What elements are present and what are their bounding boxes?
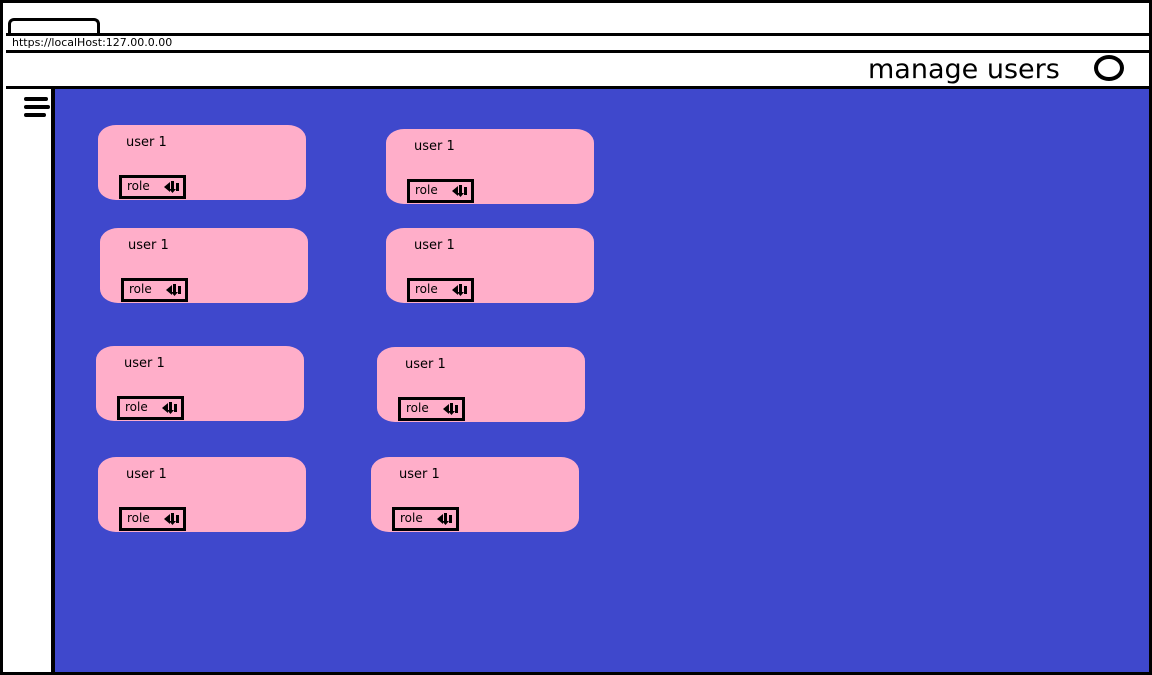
user-card: user 1 role (100, 228, 308, 303)
chevron-down-icon (452, 185, 467, 197)
user-card: user 1 role (96, 346, 304, 421)
main-content: user 1 role user 1 role user 1 role user… (55, 89, 1149, 672)
role-label: role (415, 282, 438, 296)
user-card: user 1 role (371, 457, 579, 532)
chevron-down-icon (443, 403, 458, 415)
user-name: user 1 (399, 467, 440, 482)
user-name: user 1 (128, 238, 169, 253)
user-card: user 1 role (377, 347, 585, 422)
browser-window: https://localHost:127.00.0.00 manage use… (0, 0, 1152, 675)
role-label: role (406, 401, 429, 415)
chevron-down-icon (162, 402, 177, 414)
user-name: user 1 (126, 135, 167, 150)
profile-circle-icon[interactable] (1094, 55, 1124, 81)
chevron-down-icon (164, 181, 179, 193)
sidebar (6, 89, 55, 672)
hamburger-menu-icon[interactable] (24, 95, 52, 121)
role-dropdown[interactable]: role (121, 278, 188, 302)
role-label: role (127, 179, 150, 193)
chevron-down-icon (164, 513, 179, 525)
role-label: role (415, 183, 438, 197)
chevron-down-icon (437, 513, 452, 525)
address-bar[interactable]: https://localHost:127.00.0.00 (6, 36, 1149, 53)
page-title: manage users (868, 54, 1060, 85)
user-name: user 1 (126, 467, 167, 482)
role-label: role (125, 400, 148, 414)
role-label: role (127, 511, 150, 525)
role-dropdown[interactable]: role (117, 396, 184, 420)
tab-bar (6, 6, 1149, 36)
user-card: user 1 role (386, 129, 594, 204)
user-name: user 1 (414, 139, 455, 154)
user-name: user 1 (124, 356, 165, 371)
role-dropdown[interactable]: role (398, 397, 465, 421)
role-dropdown[interactable]: role (119, 507, 186, 531)
role-dropdown[interactable]: role (119, 175, 186, 199)
page-header: manage users (6, 53, 1149, 89)
role-dropdown[interactable]: role (407, 278, 474, 302)
role-label: role (129, 282, 152, 296)
user-name: user 1 (414, 238, 455, 253)
chevron-down-icon (166, 284, 181, 296)
role-label: role (400, 511, 423, 525)
url-text: https://localHost:127.00.0.00 (12, 36, 173, 49)
role-dropdown[interactable]: role (407, 179, 474, 203)
user-name: user 1 (405, 357, 446, 372)
user-card: user 1 role (98, 457, 306, 532)
chevron-down-icon (452, 284, 467, 296)
user-card: user 1 role (386, 228, 594, 303)
role-dropdown[interactable]: role (392, 507, 459, 531)
browser-tab[interactable] (8, 18, 100, 33)
user-card: user 1 role (98, 125, 306, 200)
